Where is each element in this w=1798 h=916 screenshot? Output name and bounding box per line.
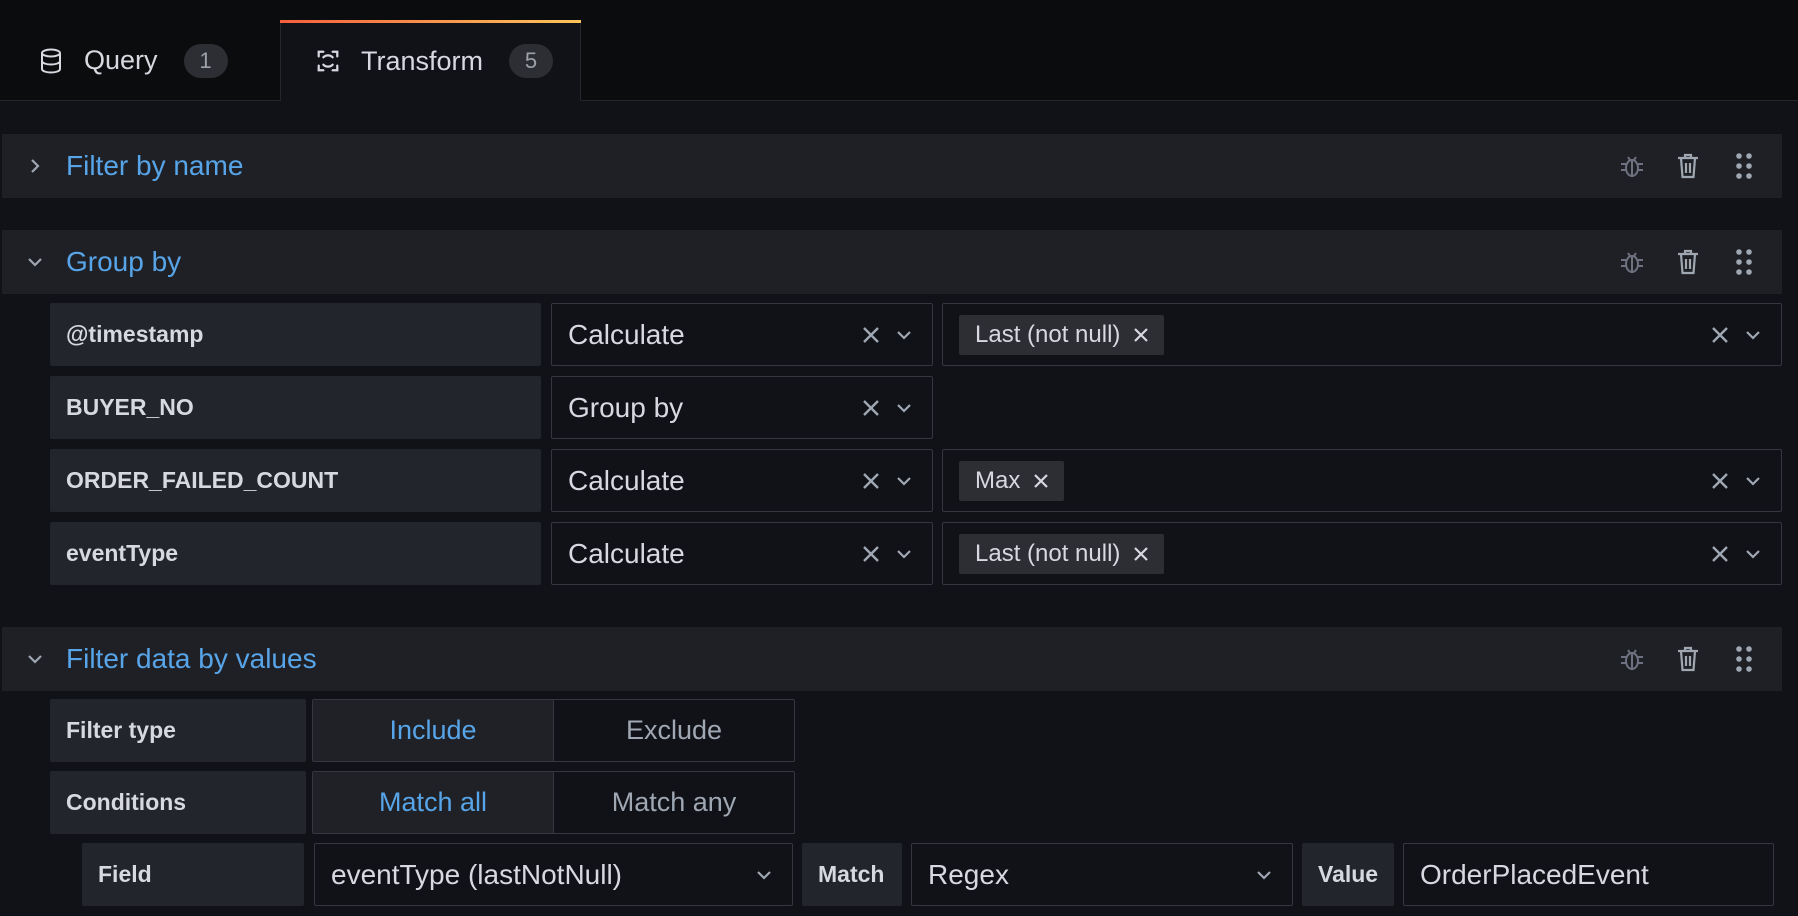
clear-icon[interactable] bbox=[1711, 326, 1729, 344]
chevron-down-icon[interactable] bbox=[896, 330, 912, 340]
chevron-down-icon[interactable] bbox=[896, 476, 912, 486]
filter-type-label: Filter type bbox=[50, 699, 306, 762]
drag-handle-icon[interactable] bbox=[1728, 246, 1760, 278]
section-actions bbox=[1616, 134, 1760, 198]
remove-chip-icon[interactable] bbox=[1134, 546, 1149, 561]
conditions-match-any[interactable]: Match any bbox=[553, 772, 794, 833]
tab-query-count: 1 bbox=[183, 43, 228, 78]
clear-icon[interactable] bbox=[862, 472, 880, 490]
debug-icon[interactable] bbox=[1616, 246, 1648, 278]
tab-bar: Query 1 Transform 5 bbox=[0, 0, 1798, 101]
group-by-field-label: BUYER_NO bbox=[50, 376, 541, 439]
condition-field-select[interactable]: eventType (lastNotNull) bbox=[314, 843, 793, 906]
group-by-mode-select[interactable]: Group by bbox=[551, 376, 933, 439]
mode-value: Group by bbox=[568, 391, 684, 423]
remove-chip-icon[interactable] bbox=[1134, 327, 1149, 342]
clear-icon[interactable] bbox=[1711, 472, 1729, 490]
chevron-down-icon[interactable] bbox=[896, 549, 912, 559]
condition-field-value: eventType (lastNotNull) bbox=[331, 858, 623, 890]
remove-chip-icon[interactable] bbox=[1034, 473, 1049, 488]
tab-query-label: Query bbox=[84, 45, 158, 75]
chevron-down-icon[interactable] bbox=[1745, 330, 1761, 340]
clear-icon[interactable] bbox=[862, 399, 880, 417]
section-title[interactable]: Filter data by values bbox=[66, 643, 317, 675]
trash-icon[interactable] bbox=[1672, 150, 1704, 182]
chevron-down-icon[interactable] bbox=[1745, 549, 1761, 559]
filter-type-include[interactable]: Include bbox=[313, 700, 553, 761]
trash-icon[interactable] bbox=[1672, 246, 1704, 278]
drag-handle-icon[interactable] bbox=[1728, 150, 1760, 182]
transform-icon bbox=[315, 48, 341, 74]
mode-value: Calculate bbox=[568, 318, 685, 350]
conditions-label: Conditions bbox=[50, 771, 306, 834]
trash-icon[interactable] bbox=[1672, 643, 1704, 675]
group-by-mode-select[interactable]: Calculate bbox=[551, 303, 933, 366]
section-actions bbox=[1616, 627, 1760, 691]
drag-handle-icon[interactable] bbox=[1728, 643, 1760, 675]
chevron-down-icon[interactable] bbox=[20, 255, 50, 269]
chevron-down-icon[interactable] bbox=[756, 870, 772, 880]
conditions-match-all[interactable]: Match all bbox=[313, 772, 553, 833]
debug-icon[interactable] bbox=[1616, 643, 1648, 675]
calc-chip-label: Max bbox=[975, 466, 1021, 494]
group-by-calc-select[interactable]: Last (not null) bbox=[942, 522, 1782, 585]
calc-chip-label: Last (not null) bbox=[975, 320, 1121, 348]
tab-transform-count: 5 bbox=[509, 44, 554, 78]
tab-transform[interactable]: Transform 5 bbox=[280, 20, 581, 101]
mode-value: Calculate bbox=[568, 537, 685, 569]
calc-chip-label: Last (not null) bbox=[975, 539, 1121, 567]
chevron-right-icon[interactable] bbox=[20, 156, 50, 176]
section-title[interactable]: Filter by name bbox=[66, 150, 243, 182]
group-by-field-label: @timestamp bbox=[50, 303, 541, 366]
chevron-down-icon[interactable] bbox=[1745, 476, 1761, 486]
calc-chip: Last (not null) bbox=[959, 314, 1165, 355]
group-by-mode-select[interactable]: Calculate bbox=[551, 522, 933, 585]
database-icon bbox=[38, 48, 64, 74]
chevron-down-icon[interactable] bbox=[1256, 870, 1272, 880]
calc-chip: Last (not null) bbox=[959, 533, 1165, 574]
condition-match-label: Match bbox=[802, 843, 902, 906]
group-by-calc-select[interactable]: Last (not null) bbox=[942, 303, 1782, 366]
chevron-down-icon[interactable] bbox=[896, 403, 912, 413]
condition-field-label: Field bbox=[82, 843, 304, 906]
section-filter-data-by-values[interactable]: Filter data by values bbox=[2, 627, 1782, 691]
conditions-radio-group: Match all Match any bbox=[312, 771, 795, 834]
tab-query[interactable]: Query 1 bbox=[38, 20, 228, 101]
group-by-calc-select[interactable]: Max bbox=[942, 449, 1782, 512]
filter-type-radio-group: Include Exclude bbox=[312, 699, 795, 762]
debug-icon[interactable] bbox=[1616, 150, 1648, 182]
section-group-by[interactable]: Group by bbox=[2, 230, 1782, 294]
condition-value-label: Value bbox=[1302, 843, 1394, 906]
group-by-field-label: eventType bbox=[50, 522, 541, 585]
condition-match-select[interactable]: Regex bbox=[911, 843, 1293, 906]
section-title[interactable]: Group by bbox=[66, 246, 181, 278]
condition-match-value: Regex bbox=[928, 858, 1009, 890]
section-actions bbox=[1616, 230, 1760, 294]
clear-icon[interactable] bbox=[862, 326, 880, 344]
group-by-mode-select[interactable]: Calculate bbox=[551, 449, 933, 512]
section-filter-by-name[interactable]: Filter by name bbox=[2, 134, 1782, 198]
calc-chip: Max bbox=[959, 460, 1065, 501]
condition-value-input[interactable]: OrderPlacedEvent bbox=[1403, 843, 1774, 906]
mode-value: Calculate bbox=[568, 464, 685, 496]
clear-icon[interactable] bbox=[862, 545, 880, 563]
chevron-down-icon[interactable] bbox=[20, 652, 50, 666]
clear-icon[interactable] bbox=[1711, 545, 1729, 563]
filter-type-exclude[interactable]: Exclude bbox=[553, 700, 794, 761]
tab-transform-label: Transform bbox=[361, 45, 484, 76]
group-by-field-label: ORDER_FAILED_COUNT bbox=[50, 449, 541, 512]
